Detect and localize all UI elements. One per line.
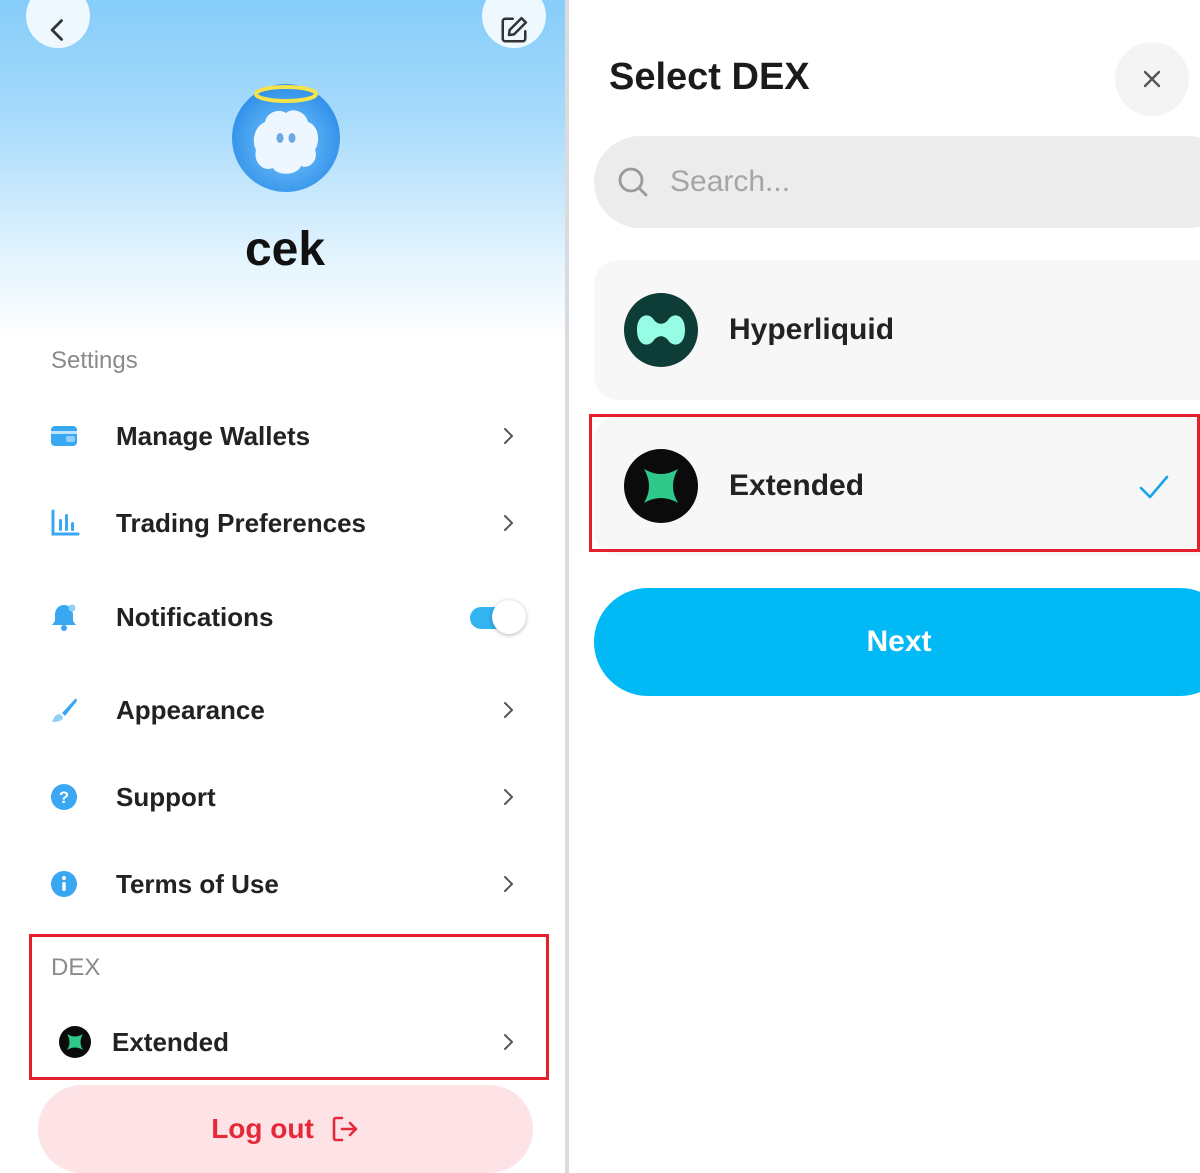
chevron-right-icon	[504, 789, 513, 805]
svg-text:?: ?	[59, 788, 69, 807]
settings-item-label: Appearance	[116, 694, 265, 725]
dex-option-hyperliquid[interactable]: Hyperliquid	[594, 260, 1200, 400]
back-button[interactable]	[26, 0, 90, 48]
help-icon: ?	[51, 784, 77, 810]
close-button[interactable]	[1115, 42, 1189, 116]
logout-label: Log out	[211, 1113, 314, 1144]
settings-item-support[interactable]: ? Support	[50, 767, 520, 827]
edit-icon	[501, 16, 528, 43]
bar-chart-icon	[51, 509, 80, 536]
info-icon	[51, 871, 77, 897]
dex-option-name: Hyperliquid	[729, 313, 895, 346]
settings-item-appearance[interactable]: Appearance	[50, 680, 520, 740]
logout-button[interactable]: Log out	[38, 1085, 533, 1173]
select-dex-sheet: Select DEX Hyperliquid Extended Next	[569, 0, 1200, 1173]
dex-item-extended[interactable]: Extended	[58, 1012, 520, 1072]
next-label: Next	[866, 625, 932, 658]
chevron-right-icon	[504, 702, 513, 718]
edit-profile-button[interactable]	[482, 0, 546, 48]
next-button[interactable]: Next	[594, 588, 1200, 696]
search-bar	[594, 136, 1200, 228]
settings-item-label: Notifications	[116, 601, 274, 632]
chevron-right-icon	[504, 1034, 513, 1050]
notifications-toggle[interactable]	[470, 600, 526, 634]
selected-dex-highlight	[589, 414, 1200, 552]
username: cek	[244, 223, 326, 276]
brush-icon	[52, 698, 77, 722]
profile-panel: cek Settings Manage Wallets Trading Pref…	[0, 0, 565, 1173]
chevron-left-icon	[50, 19, 63, 41]
settings-item-manage-wallets[interactable]: Manage Wallets	[50, 406, 520, 466]
settings-section-label: Settings	[51, 347, 138, 374]
search-icon	[618, 167, 648, 197]
settings-item-notifications: Notifications	[50, 587, 526, 647]
dex-item-label: Extended	[112, 1026, 230, 1057]
chevron-right-icon	[504, 428, 513, 444]
bell-icon	[52, 604, 76, 631]
logout-icon	[332, 1116, 358, 1142]
settings-item-label: Terms of Use	[116, 868, 279, 899]
close-icon	[1143, 70, 1161, 88]
settings-item-terms-of-use[interactable]: Terms of Use	[50, 854, 520, 914]
chevron-right-icon	[504, 876, 513, 892]
hyperliquid-logo-icon	[624, 293, 698, 367]
dex-section-label: DEX	[51, 954, 101, 981]
settings-item-label: Trading Preferences	[116, 507, 366, 538]
wallet-icon	[51, 426, 77, 446]
sheet-title: Select DEX	[609, 56, 810, 98]
settings-item-label: Support	[116, 781, 216, 812]
chevron-right-icon	[504, 515, 513, 531]
settings-item-trading-preferences[interactable]: Trading Preferences	[50, 493, 520, 553]
settings-item-label: Manage Wallets	[116, 420, 311, 451]
search-input[interactable]	[668, 164, 1152, 200]
avatar	[232, 84, 340, 192]
extended-logo-icon	[59, 1026, 91, 1058]
